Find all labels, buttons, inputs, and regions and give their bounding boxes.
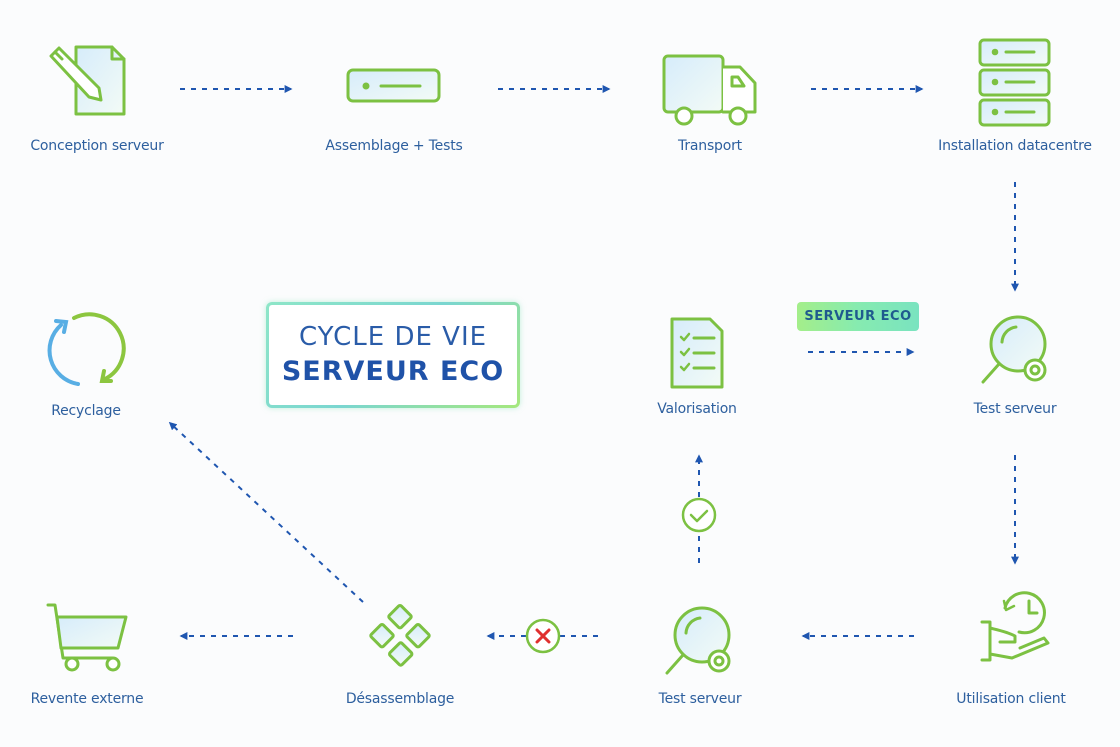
- magnifier-gear-icon: [665, 606, 731, 675]
- server-rack-icon: [978, 38, 1051, 127]
- cross-circle-icon: [525, 618, 561, 654]
- node-label-desassemblage: Désassemblage: [345, 691, 455, 707]
- node-label-test2: Test serveur: [658, 691, 742, 707]
- node-label-test1: Test serveur: [973, 401, 1057, 417]
- node-label-transport: Transport: [678, 138, 742, 154]
- checklist-icon: [670, 317, 724, 389]
- node-label-installation: Installation datacentre: [938, 138, 1092, 154]
- node-label-valorisation: Valorisation: [657, 401, 737, 417]
- node-label-conception: Conception serveur: [30, 138, 164, 154]
- arrow-desassemblage-recyclage: [168, 421, 364, 603]
- check-circle-icon: [681, 497, 717, 533]
- diagram-canvas: [46, 38, 1051, 675]
- hand-clock-icon: [980, 591, 1050, 662]
- server-unit-icon: [346, 68, 441, 103]
- shopping-cart-icon: [46, 603, 128, 672]
- pencil-document-icon: [49, 45, 126, 116]
- serveur-eco-badge: SERVEUR ECO: [797, 302, 919, 331]
- magnifier-gear-icon: [981, 315, 1047, 384]
- title-line-1: CYCLE DE VIE: [298, 322, 488, 352]
- node-label-revente: Revente externe: [30, 691, 144, 707]
- diamond-parts-icon: [369, 604, 431, 667]
- recycle-arrows-icon: [47, 312, 126, 386]
- node-label-recyclage: Recyclage: [51, 403, 121, 419]
- node-label-assemblage: Assemblage + Tests: [325, 138, 463, 154]
- truck-icon: [662, 54, 757, 126]
- title-line-2: SERVEUR ECO: [281, 356, 505, 387]
- node-label-utilisation: Utilisation client: [956, 691, 1066, 707]
- diagram-title-box: CYCLE DE VIE SERVEUR ECO: [266, 302, 520, 408]
